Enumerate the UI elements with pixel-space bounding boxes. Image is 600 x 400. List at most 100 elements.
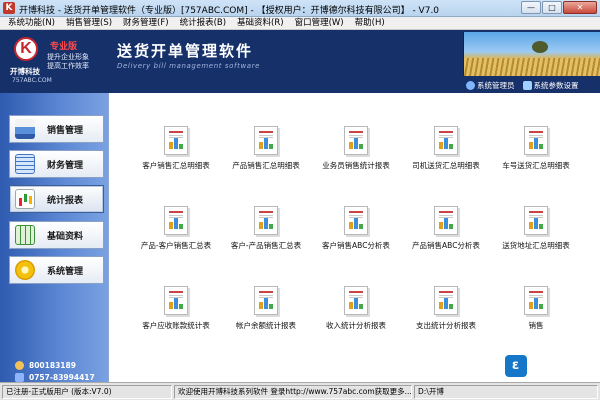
report-item[interactable]: 帐户余额统计报表 <box>221 286 311 346</box>
menu-finance[interactable]: 财务管理(F) <box>115 17 172 29</box>
edition-label: 专业版 <box>50 42 78 52</box>
report-item[interactable]: 产品销售ABC分析表 <box>401 206 491 266</box>
banner-image <box>463 32 600 76</box>
logo-icon: K <box>14 37 38 61</box>
admin-button[interactable]: 系统管理员 <box>466 80 515 91</box>
sidebar-item-basic-data[interactable]: 基础资料 <box>9 221 104 249</box>
settings-button[interactable]: 系统参数设置 <box>522 80 579 91</box>
sidebar-item-label: 系统管理 <box>47 266 84 277</box>
menu-bar: 系统功能(N) 销售管理(S) 财务管理(F) 统计报表(B) 基础资料(R) … <box>0 17 600 30</box>
watermark: ε 游绵软件 <box>505 352 588 380</box>
admin-label: 系统管理员 <box>477 81 515 90</box>
phone-number: 0757-83994417 <box>29 373 95 382</box>
report-item[interactable]: 销售 <box>491 286 581 346</box>
report-doc-icon <box>254 286 278 315</box>
report-doc-icon <box>344 206 368 235</box>
report-doc-icon <box>254 126 278 155</box>
qq-number: 800183189 <box>29 361 76 370</box>
report-name: 产品-客户销售汇总表 <box>140 241 212 250</box>
report-doc-icon <box>344 286 368 315</box>
watermark-text: 游绵软件 <box>532 360 589 376</box>
watermark-logo-icon: ε <box>505 355 527 377</box>
sidebar-item-label: 财务管理 <box>47 160 84 171</box>
report-name: 产品销售ABC分析表 <box>412 241 480 250</box>
report-doc-icon <box>524 206 548 235</box>
qq-icon <box>15 361 24 370</box>
sidebar-item-label: 统计报表 <box>47 195 84 206</box>
menu-sales[interactable]: 销售管理(S) <box>58 17 115 29</box>
report-item[interactable]: 送货地址汇总明细表 <box>491 206 581 266</box>
report-name: 客户-产品销售汇总表 <box>230 241 302 250</box>
status-path: D:\开博 <box>414 385 598 399</box>
bar-chart-icon <box>15 189 35 209</box>
sidebar-item-finance[interactable]: 财务管理 <box>9 150 104 178</box>
report-doc-icon <box>164 286 188 315</box>
report-name: 收入统计分析报表 <box>326 321 386 330</box>
report-item[interactable]: 客户应收账款统计表 <box>131 286 221 346</box>
report-item[interactable]: 司机送货汇总明细表 <box>401 126 491 186</box>
report-doc-icon <box>524 126 548 155</box>
report-name: 司机送货汇总明细表 <box>412 161 480 170</box>
report-item[interactable]: 产品销售汇总明细表 <box>221 126 311 186</box>
logo-company-name: 开博科技 <box>10 67 40 76</box>
table-icon <box>15 225 35 245</box>
gear-icon <box>15 260 35 280</box>
report-name: 业务员销售统计报表 <box>322 161 390 170</box>
report-item[interactable]: 业务员销售统计报表 <box>311 126 401 186</box>
settings-icon <box>522 81 532 90</box>
report-name: 客户销售汇总明细表 <box>142 161 210 170</box>
menu-reports[interactable]: 统计报表(B) <box>172 17 229 29</box>
user-icon <box>466 81 475 90</box>
contact-qq: 800183189 <box>15 361 76 370</box>
window-title: 开博科技 - 送货开单管理软件（专业版）[757ABC.COM] - 【授权用户… <box>19 6 440 16</box>
report-name: 产品销售汇总明细表 <box>232 161 300 170</box>
status-message: 欢迎使用开博科技系列软件 登录http://www.757abc.com获取更多… <box>174 385 412 399</box>
settings-label: 系统参数设置 <box>533 81 579 90</box>
report-item[interactable]: 产品-客户销售汇总表 <box>131 206 221 266</box>
close-button[interactable]: ✕ <box>563 1 597 14</box>
minimize-button[interactable]: — <box>521 1 541 14</box>
report-doc-icon <box>434 126 458 155</box>
report-item[interactable]: 收入统计分析报表 <box>311 286 401 346</box>
header-banner: K 开博科技 757ABC.COM 专业版 提升企业形象 提高工作效率 送货开单… <box>0 30 600 93</box>
menu-system[interactable]: 系统功能(N) <box>0 17 58 29</box>
wheat-field-image <box>464 58 600 76</box>
sidebar-item-reports[interactable]: 统计报表 <box>9 185 104 213</box>
report-item[interactable]: 支出统计分析报表 <box>401 286 491 346</box>
sidebar-item-sales[interactable]: 销售管理 <box>9 115 104 143</box>
menu-basic-data[interactable]: 基础资料(R) <box>229 17 287 29</box>
report-name: 销售 <box>528 321 544 330</box>
status-registration: 已注册-正式版用户 (版本:V7.0) <box>2 385 172 399</box>
maximize-button[interactable]: □ <box>542 1 562 14</box>
report-item[interactable]: 车号送货汇总明细表 <box>491 126 581 186</box>
app-icon: K <box>3 2 15 14</box>
contact-phone: 0757-83994417 <box>15 373 95 382</box>
sidebar-item-label: 销售管理 <box>47 125 84 136</box>
report-doc-icon <box>344 126 368 155</box>
report-item[interactable]: 客户销售ABC分析表 <box>311 206 401 266</box>
window-title-bar[interactable]: K 开博科技 - 送货开单管理软件（专业版）[757ABC.COM] - 【授权… <box>0 0 600 17</box>
header-tools: 系统管理员 系统参数设置 <box>463 78 600 93</box>
menu-help[interactable]: 帮助(H) <box>347 17 388 29</box>
sidebar-item-system[interactable]: 系统管理 <box>9 256 104 284</box>
report-name: 帐户余额统计报表 <box>236 321 296 330</box>
app-title: 送货开单管理软件 <box>117 42 254 60</box>
window-controls: — □ ✕ <box>521 1 597 14</box>
printer-icon <box>15 119 35 139</box>
report-name: 客户应收账款统计表 <box>142 321 210 330</box>
grid-icon <box>15 154 35 174</box>
tree-image <box>532 41 548 53</box>
logo-url: 757ABC.COM <box>12 77 52 84</box>
report-doc-icon <box>434 286 458 315</box>
report-doc-icon <box>164 126 188 155</box>
report-item[interactable]: 客户-产品销售汇总表 <box>221 206 311 266</box>
report-item[interactable]: 客户销售汇总明细表 <box>131 126 221 186</box>
report-name: 车号送货汇总明细表 <box>502 161 570 170</box>
slogan-line-2: 提高工作效率 <box>47 62 89 70</box>
phone-icon <box>15 373 24 382</box>
report-doc-icon <box>164 206 188 235</box>
sidebar: 销售管理 财务管理 统计报表 基础资料 系统管理 800183189 0757-… <box>0 93 108 382</box>
menu-window[interactable]: 窗口管理(W) <box>287 17 347 29</box>
app-subtitle: Delivery bill management software <box>117 62 261 70</box>
report-name: 支出统计分析报表 <box>416 321 476 330</box>
